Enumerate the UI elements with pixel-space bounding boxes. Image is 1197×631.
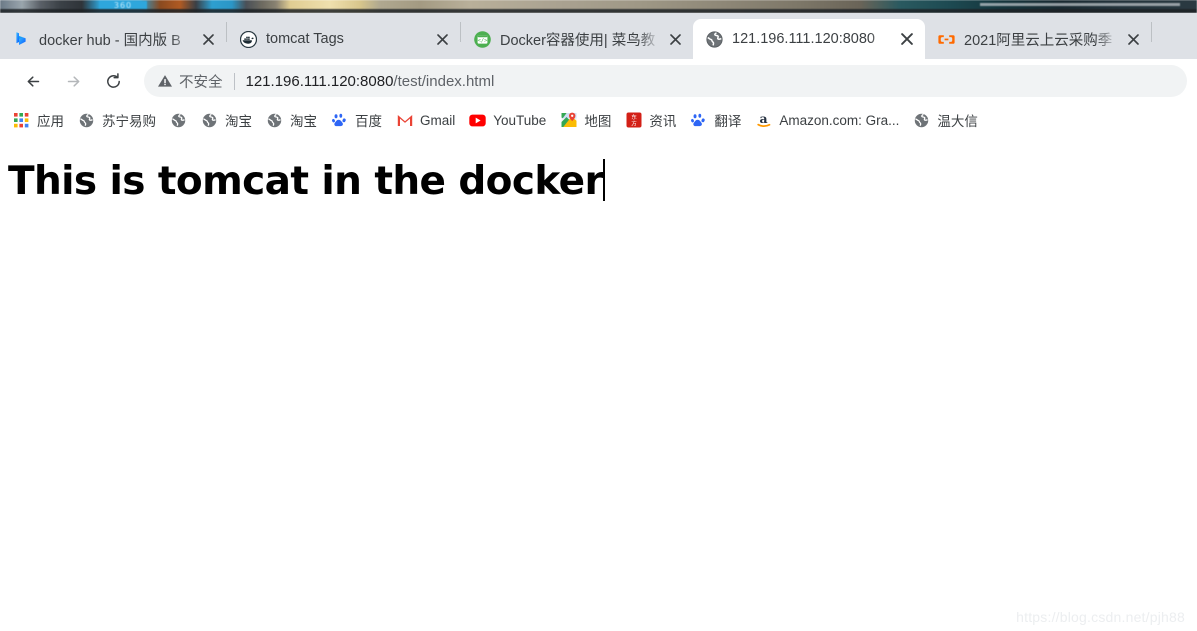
text-caret: [603, 159, 606, 201]
browser-window: 360 docker hub - 国内版 B tomcat Tags </> D…: [0, 0, 1197, 631]
tab-docker-hub[interactable]: docker hub - 国内版 B: [0, 19, 226, 59]
tab-docker-runoob[interactable]: </> Docker容器使用| 菜鸟教: [461, 19, 693, 59]
watermark-text: https://blog.csdn.net/pjh88: [1016, 609, 1185, 625]
tab-separator: [1151, 21, 1152, 42]
omnibox-divider: [233, 72, 235, 90]
bookmark-wendaxin[interactable]: 温大信: [906, 107, 985, 133]
bookmark-youtube[interactable]: YouTube: [462, 107, 553, 133]
svg-text:东: 东: [631, 113, 637, 121]
tab-close-button[interactable]: [662, 26, 688, 52]
taskbar-highlight: [980, 3, 1180, 6]
bookmark-translate[interactable]: 翻译: [683, 107, 748, 133]
eastmoney-icon: 东 方: [625, 112, 642, 129]
bookmark-label: 淘宝: [290, 114, 317, 129]
bookmarks-bar: 应用 苏宁易购 淘宝 淘宝 百度 Gmail YouTube 地图 东 方 资讯…: [0, 103, 1197, 138]
svg-text:a: a: [759, 112, 767, 126]
bookmark-baidu[interactable]: 百度: [324, 107, 389, 133]
svg-text:方: 方: [631, 119, 637, 127]
tab-title: 121.196.111.120:8080: [732, 31, 875, 47]
amazon-icon: a: [755, 112, 772, 129]
bookmark-amazon[interactable]: a Amazon.com: Gra...: [748, 107, 906, 133]
tab-title: 2021阿里云上云采购季: [964, 32, 1113, 49]
bookmark-label: 苏宁易购: [102, 114, 156, 129]
page-heading-text: This is tomcat in the docker: [8, 159, 604, 204]
baidu-icon: [331, 112, 348, 129]
bookmark-label: 翻译: [714, 114, 742, 129]
url-text: 121.196.111.120:8080/test/index.html: [246, 73, 495, 90]
bookmark-suning[interactable]: 苏宁易购: [71, 107, 163, 133]
bookmark-label: 资讯: [649, 114, 677, 129]
bookmark-label: 应用: [37, 114, 64, 129]
bookmark-taobao-2[interactable]: 淘宝: [259, 107, 324, 133]
bookmark-label: Gmail: [420, 112, 456, 128]
page-viewport: This is tomcat in the docker https://blo…: [0, 138, 1197, 631]
bookmark-gmail[interactable]: Gmail: [389, 107, 462, 133]
tab-strip: docker hub - 国内版 B tomcat Tags </> Docke…: [0, 13, 1197, 59]
reload-button[interactable]: [96, 64, 130, 98]
bookmark-label: 百度: [355, 114, 382, 129]
globe-icon: [266, 112, 283, 129]
svg-text:</>: </>: [477, 38, 487, 44]
bookmark-maps[interactable]: 地图: [553, 107, 618, 133]
globe-icon: [78, 112, 95, 129]
address-bar[interactable]: 不安全 121.196.111.120:8080/test/index.html: [144, 65, 1187, 97]
aliyun-icon: [937, 30, 955, 48]
browser-toolbar: 不安全 121.196.111.120:8080/test/index.html: [0, 59, 1197, 103]
youtube-icon: [469, 112, 486, 129]
back-button[interactable]: [16, 64, 50, 98]
globe-icon: [705, 30, 723, 48]
tab-close-button[interactable]: [195, 26, 221, 52]
desktop-background-strip: 360: [0, 0, 1197, 13]
bookmark-label: 地图: [584, 114, 612, 129]
security-status-text: 不安全: [179, 74, 223, 91]
bookmark-label: 温大信: [937, 114, 978, 129]
url-path: /test/index.html: [393, 72, 495, 90]
tab-close-button[interactable]: [429, 26, 455, 52]
globe-icon: [913, 112, 930, 129]
apps-grid-icon: [13, 112, 30, 129]
globe-icon: [170, 112, 187, 129]
tab-title: tomcat Tags: [266, 31, 344, 47]
tab-tomcat-tags[interactable]: tomcat Tags: [227, 19, 460, 59]
baidu-icon: [690, 112, 707, 129]
tab-close-button[interactable]: [1120, 26, 1146, 52]
tab-title: docker hub - 国内版 B: [39, 32, 181, 49]
tab-active-tomcat-page[interactable]: 121.196.111.120:8080: [693, 19, 925, 59]
not-secure-warning-icon[interactable]: [156, 73, 173, 90]
bookmark-taobao-1[interactable]: 淘宝: [194, 107, 259, 133]
docker-whale-icon: [239, 30, 257, 48]
bookmark-eastmoney-news[interactable]: 东 方 资讯: [618, 107, 683, 133]
google-maps-icon: [560, 112, 577, 129]
bookmark-label: YouTube: [493, 112, 547, 128]
bookmark-unnamed-site[interactable]: [163, 107, 194, 133]
bookmark-apps[interactable]: 应用: [6, 107, 71, 133]
bing-icon: [12, 30, 30, 48]
globe-icon: [201, 112, 218, 129]
page-heading: This is tomcat in the docker: [8, 159, 606, 204]
runoob-icon: </>: [473, 30, 491, 48]
tab-close-button[interactable]: [894, 26, 920, 52]
tab-title: Docker容器使用| 菜鸟教: [500, 32, 656, 49]
bookmark-label: 淘宝: [225, 114, 252, 129]
gmail-icon: [396, 112, 413, 129]
tab-aliyun[interactable]: 2021阿里云上云采购季: [925, 19, 1151, 59]
forward-button[interactable]: [56, 64, 90, 98]
bookmark-label: Amazon.com: Gra...: [779, 112, 900, 128]
url-host: 121.196.111.120:8080: [245, 72, 394, 90]
